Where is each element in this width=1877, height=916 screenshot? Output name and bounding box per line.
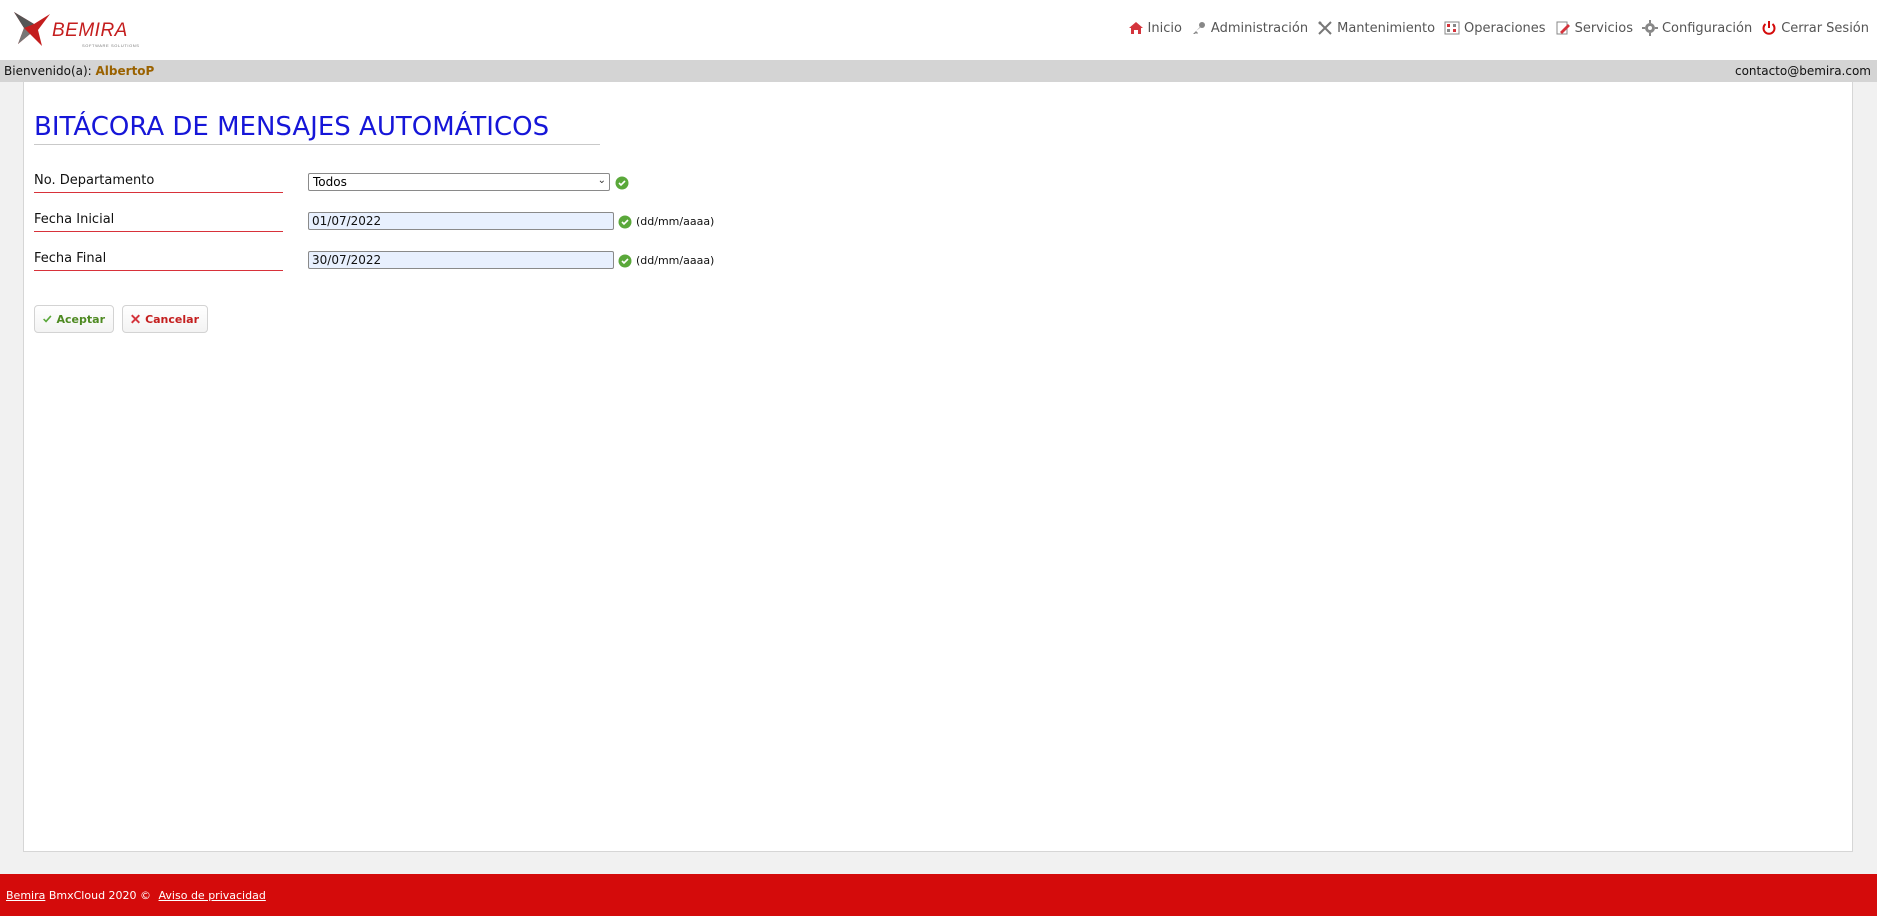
cancel-label: Cancelar [145, 312, 199, 326]
logo-text: BEMIRA [52, 20, 128, 41]
close-icon [131, 314, 141, 324]
copyright-text: BmxCloud 2020 © [45, 889, 155, 902]
departamento-value: Todos [313, 175, 347, 189]
bemira-logo[interactable]: BEMIRA SOFTWARE SOLUTIONS [12, 8, 142, 50]
fecha-inicial-label: Fecha Inicial [34, 212, 283, 232]
key-icon [1192, 22, 1205, 34]
date-format-hint: (dd/mm/aaaa) [636, 254, 715, 267]
accept-button[interactable]: Aceptar [34, 305, 114, 333]
fecha-inicial-input[interactable]: 01/07/2022 [308, 212, 614, 230]
welcome-user: AlbertoP [95, 64, 155, 78]
footer-text: Bemira BmxCloud 2020 © Aviso de privacid… [6, 889, 266, 902]
edit-icon [1556, 21, 1570, 35]
nav-label: Servicios [1574, 20, 1633, 36]
nav-servicios[interactable]: Servicios [1555, 21, 1633, 36]
chevron-down-icon: ⌄ [597, 175, 606, 186]
welcome-bar: Bienvenido(a): AlbertoP contacto@bemira.… [0, 60, 1877, 82]
nav-label: Mantenimiento [1337, 20, 1436, 36]
departamento-label: No. Departamento [34, 173, 283, 193]
fecha-final-label: Fecha Final [34, 251, 283, 271]
privacy-link[interactable]: Aviso de privacidad [159, 889, 266, 902]
nav-label: Configuración [1661, 20, 1753, 36]
fecha-final-input[interactable]: 30/07/2022 [308, 251, 614, 269]
home-icon [1128, 22, 1143, 34]
nav-configuracion[interactable]: Configuración [1641, 20, 1753, 36]
gear-icon [1641, 20, 1658, 36]
check-circle-icon [618, 254, 632, 268]
contact-email: contacto@bemira.com [1734, 64, 1871, 78]
page-title: BITÁCORA DE MENSAJES AUTOMÁTICOS [34, 112, 600, 145]
nav-inicio[interactable]: Inicio [1128, 21, 1182, 36]
welcome-message: Bienvenido(a): AlbertoP [4, 64, 154, 78]
nav-cerrar-sesion[interactable]: Cerrar Sesión [1761, 20, 1869, 36]
nav-mantenimiento[interactable]: Mantenimiento [1317, 21, 1435, 36]
nav-label: Operaciones [1464, 20, 1546, 36]
footer: Bemira BmxCloud 2020 © Aviso de privacid… [0, 874, 1877, 916]
check-circle-icon [615, 176, 629, 190]
bemira-link[interactable]: Bemira [6, 889, 45, 902]
departamento-select[interactable]: Todos ⌄ [308, 173, 610, 191]
nav-label: Inicio [1147, 20, 1182, 36]
tools-icon [1318, 21, 1332, 35]
nav-administracion[interactable]: Administración [1191, 21, 1308, 36]
header: BEMIRA SOFTWARE SOLUTIONS Inicio Adminis… [0, 0, 1877, 60]
accept-label: Aceptar [56, 312, 105, 326]
date-format-hint: (dd/mm/aaaa) [636, 215, 715, 228]
grid-icon [1444, 21, 1460, 35]
power-icon [1762, 21, 1776, 35]
logo-subtitle: SOFTWARE SOLUTIONS [82, 43, 140, 48]
nav-label: Administración [1210, 20, 1309, 36]
welcome-prefix: Bienvenido(a): [4, 64, 96, 78]
nav-label: Cerrar Sesión [1781, 20, 1869, 36]
main-nav: Inicio Administración Mantenimiento Oper… [1119, 18, 1877, 38]
star-logo-icon [14, 12, 50, 46]
cancel-button[interactable]: Cancelar [122, 305, 208, 333]
nav-operaciones[interactable]: Operaciones [1444, 21, 1546, 36]
check-circle-icon [618, 215, 632, 229]
check-icon [43, 315, 52, 323]
main-content: BITÁCORA DE MENSAJES AUTOMÁTICOS No. Dep… [23, 82, 1853, 852]
